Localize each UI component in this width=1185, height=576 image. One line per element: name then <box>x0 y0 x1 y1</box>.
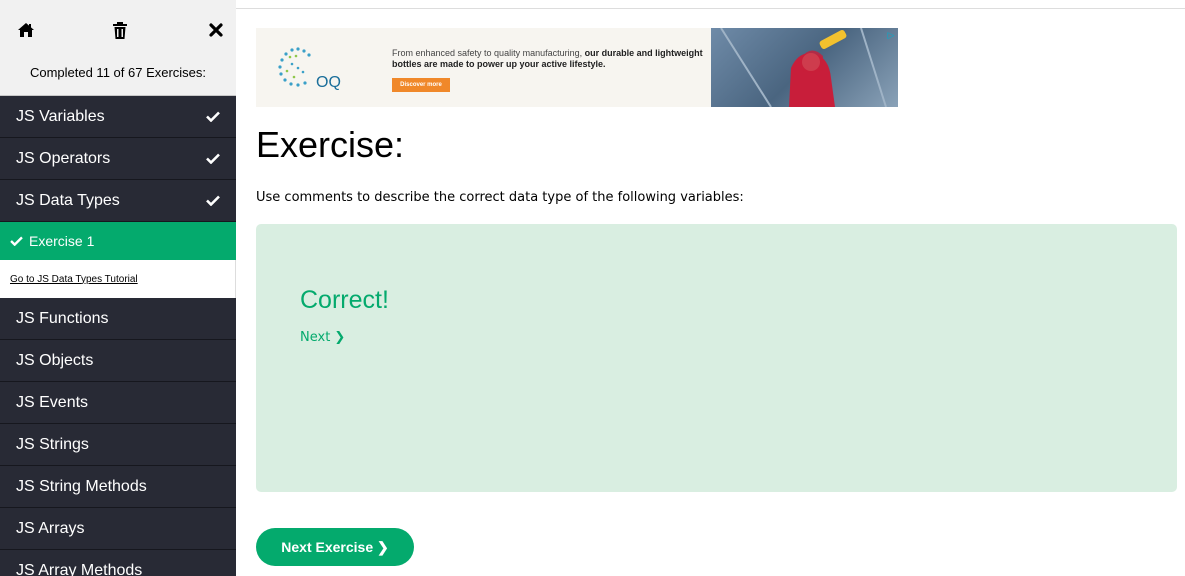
check-icon <box>10 234 24 248</box>
ad-text-plain: From enhanced safety to quality manufact… <box>392 48 585 58</box>
ad-photo <box>711 28 898 107</box>
page-title: Exercise: <box>256 124 405 165</box>
sidebar-item-js-arrays[interactable]: JS Arrays <box>0 508 236 550</box>
discover-more-button[interactable]: Discover more <box>392 78 450 92</box>
exercise-description: Use comments to describe the correct dat… <box>256 190 744 205</box>
sidebar-item-js-functions[interactable]: JS Functions <box>0 298 236 340</box>
divider <box>236 8 1185 9</box>
check-icon <box>206 194 220 208</box>
app: Completed 11 of 67 Exercises: JS Variabl… <box>0 0 1185 576</box>
sidebar-toolbar <box>0 0 236 50</box>
sidebar-item-js-data-types[interactable]: JS Data Types <box>0 180 236 222</box>
sidebar-item-label: JS Variables <box>16 107 105 125</box>
sidebar-item-js-array-methods[interactable]: JS Array Methods <box>0 550 236 576</box>
sidebar-item-label: JS Operators <box>16 149 111 167</box>
check-icon <box>206 152 220 166</box>
sidebar-item-js-strings[interactable]: JS Strings <box>0 424 236 466</box>
brand-logo: OQ <box>270 42 360 92</box>
result-panel: Correct! Next ❯ <box>256 224 1177 492</box>
main-content: OQ From enhanced safety to quality manuf… <box>236 0 1185 576</box>
sidebar-item-js-objects[interactable]: JS Objects <box>0 340 236 382</box>
sidebar-item-label: JS Array Methods <box>16 561 143 576</box>
tutorial-link[interactable]: Go to JS Data Types Tutorial <box>0 260 236 298</box>
sidebar-item-label: JS Data Types <box>16 191 120 209</box>
sidebar-exercise-active[interactable]: Exercise 1 <box>0 222 236 260</box>
home-icon[interactable] <box>12 16 40 44</box>
close-icon[interactable] <box>202 16 230 44</box>
check-icon <box>206 110 220 124</box>
trash-icon[interactable] <box>106 16 134 44</box>
sidebar-item-js-string-methods[interactable]: JS String Methods <box>0 466 236 508</box>
next-exercise-button[interactable]: Next Exercise ❯ <box>256 528 414 566</box>
sidebar-item-label: JS Arrays <box>16 519 85 537</box>
brand-logo-text: OQ <box>316 74 341 91</box>
sidebar-item-label: JS String Methods <box>16 477 147 495</box>
correct-message: Correct! <box>300 286 389 314</box>
sidebar-item-label: JS Events <box>16 393 89 411</box>
progress-text: Completed 11 of 67 Exercises: <box>0 50 236 96</box>
ad-banner[interactable]: OQ From enhanced safety to quality manuf… <box>256 28 898 107</box>
next-link[interactable]: Next ❯ <box>300 330 345 345</box>
ad-text: From enhanced safety to quality manufact… <box>392 48 722 70</box>
ad-choices-icon[interactable]: ▷ <box>886 30 896 40</box>
exercise-label: Exercise 1 <box>29 233 95 249</box>
sidebar: Completed 11 of 67 Exercises: JS Variabl… <box>0 0 236 576</box>
sidebar-item-js-operators[interactable]: JS Operators <box>0 138 236 180</box>
sidebar-item-label: JS Objects <box>16 351 94 369</box>
sidebar-item-label: JS Strings <box>16 435 89 453</box>
sidebar-item-label: JS Functions <box>16 309 109 327</box>
sidebar-item-js-variables[interactable]: JS Variables <box>0 96 236 138</box>
sidebar-item-js-events[interactable]: JS Events <box>0 382 236 424</box>
